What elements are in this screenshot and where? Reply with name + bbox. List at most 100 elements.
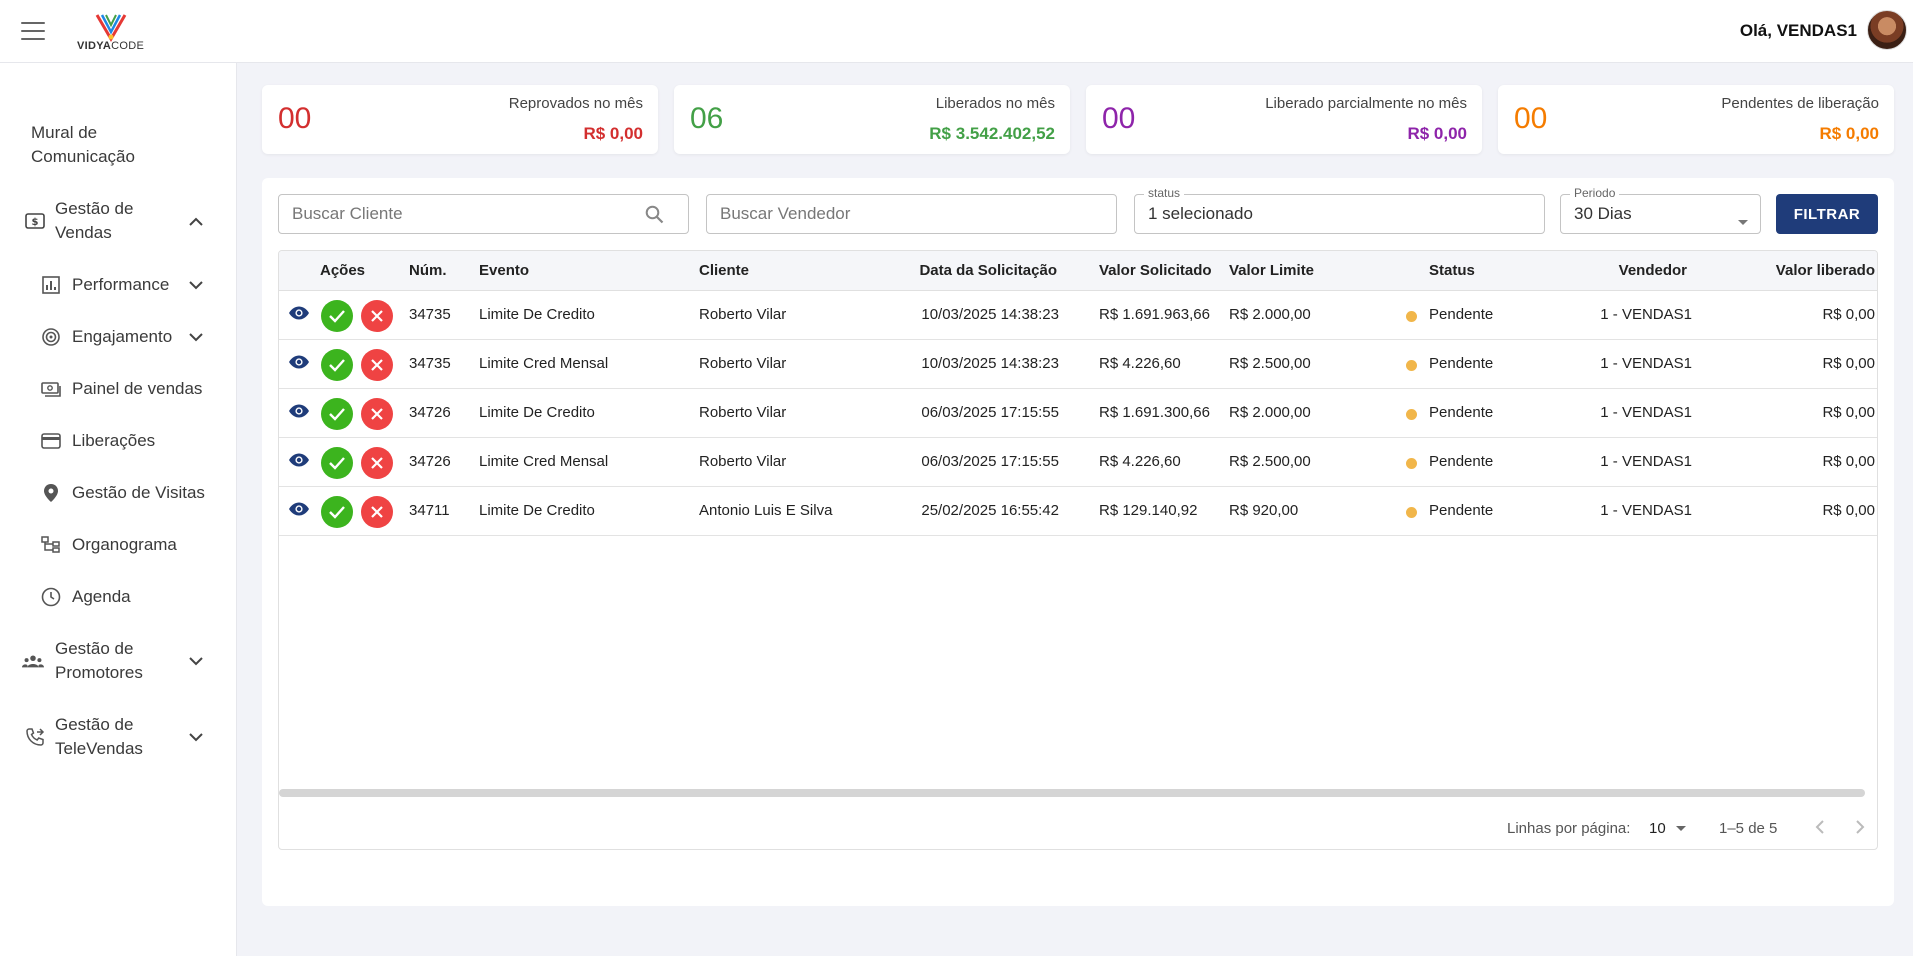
cell-vendedor: 1 - VENDAS1 bbox=[1600, 502, 1692, 519]
location-pin-icon bbox=[40, 482, 62, 504]
horizontal-scrollbar[interactable] bbox=[279, 789, 1865, 797]
avatar[interactable] bbox=[1867, 10, 1907, 50]
sidebar-item-label: Painel de vendas bbox=[72, 379, 203, 398]
table-pagination: Linhas por página: 10 1–5 de 5 bbox=[279, 797, 1877, 849]
cash-icon bbox=[40, 378, 62, 400]
search-vendedor-input[interactable]: Buscar Vendedor bbox=[706, 194, 1117, 234]
view-eye-icon[interactable] bbox=[288, 404, 310, 423]
approve-button[interactable] bbox=[321, 447, 353, 479]
cell-valor-solicitado: R$ 4.226,60 bbox=[1099, 453, 1181, 470]
table-row[interactable]: 34726 Limite De Credito Roberto Vilar 06/03… bbox=[279, 389, 1877, 438]
sidebar-item-label: Performance bbox=[72, 275, 170, 294]
table-row[interactable]: 34735 Limite De Credito Roberto Vilar 10/03… bbox=[279, 291, 1877, 340]
approve-button[interactable] bbox=[321, 398, 353, 430]
target-icon bbox=[40, 326, 62, 348]
status-dot bbox=[1406, 311, 1417, 322]
chevron-down-icon[interactable] bbox=[186, 651, 206, 671]
periodo-select[interactable]: Periodo 30 Dias bbox=[1560, 186, 1761, 234]
sidebar-item-gestao-promotores[interactable]: Gestão de Promotores bbox=[22, 637, 202, 685]
cell-cliente: Roberto Vilar bbox=[699, 404, 787, 421]
menu-icon[interactable] bbox=[21, 22, 45, 40]
sidebar-item-gestao-televendas[interactable]: Gestão de TeleVendas bbox=[24, 713, 204, 761]
filter-button[interactable]: FILTRAR bbox=[1776, 194, 1878, 234]
rows-per-page-select[interactable]: 10 bbox=[1649, 820, 1686, 837]
pagination-range: 1–5 de 5 bbox=[1719, 820, 1778, 837]
chevron-up-icon[interactable] bbox=[186, 211, 206, 231]
prev-page-icon[interactable] bbox=[1815, 819, 1825, 840]
cell-valor-liberado: R$ 0,00 bbox=[1822, 502, 1875, 519]
status-dot bbox=[1406, 458, 1417, 469]
view-eye-icon[interactable] bbox=[288, 306, 310, 325]
cell-cliente: Roberto Vilar bbox=[699, 453, 787, 470]
stat-value: R$ 0,00 bbox=[1407, 124, 1467, 143]
stat-count: 00 bbox=[1514, 102, 1548, 135]
view-eye-icon[interactable] bbox=[288, 355, 310, 374]
cell-valor-limite: R$ 2.500,00 bbox=[1229, 355, 1311, 372]
sidebar-item-performance[interactable]: Performance bbox=[40, 273, 169, 297]
cell-data: 06/03/2025 17:15:55 bbox=[921, 404, 1059, 421]
rows-per-page-label: Linhas por página: bbox=[1507, 820, 1631, 837]
status-select[interactable]: status 1 selecionado bbox=[1134, 186, 1545, 234]
search-cliente-input[interactable]: Buscar Cliente bbox=[278, 194, 689, 234]
cell-cliente: Roberto Vilar bbox=[699, 306, 787, 323]
approve-button[interactable] bbox=[321, 349, 353, 381]
stat-title: Pendentes de liberação bbox=[1721, 95, 1879, 112]
phone-forward-icon bbox=[24, 726, 46, 748]
reject-button[interactable] bbox=[361, 300, 393, 332]
cell-valor-liberado: R$ 0,00 bbox=[1822, 306, 1875, 323]
check-icon bbox=[329, 457, 345, 470]
chevron-down-icon[interactable] bbox=[186, 327, 206, 347]
logo-text: VIDYACODE bbox=[77, 40, 145, 52]
chevron-down-icon[interactable] bbox=[186, 727, 206, 747]
approve-button[interactable] bbox=[321, 496, 353, 528]
table-row[interactable]: 34711 Limite De Credito Antonio Luis E Sil… bbox=[279, 487, 1877, 536]
search-vendedor-placeholder: Buscar Vendedor bbox=[720, 204, 851, 223]
status-value: 1 selecionado bbox=[1148, 204, 1253, 223]
cell-vendedor: 1 - VENDAS1 bbox=[1600, 306, 1692, 323]
reject-button[interactable] bbox=[361, 447, 393, 479]
search-cliente-placeholder: Buscar Cliente bbox=[292, 204, 403, 223]
stat-card-pendentes: 00 Pendentes de liberação R$ 0,00 bbox=[1498, 85, 1894, 154]
table-header: Ações Núm. Evento Cliente Data da Solici… bbox=[279, 251, 1877, 291]
vidyacode-logo[interactable]: VIDYACODE bbox=[77, 12, 144, 52]
periodo-value: 30 Dias bbox=[1574, 204, 1632, 223]
view-eye-icon[interactable] bbox=[288, 502, 310, 521]
stat-count: 00 bbox=[1102, 102, 1136, 135]
sidebar-item-label: Organograma bbox=[72, 535, 177, 554]
org-chart-icon bbox=[40, 534, 62, 556]
periodo-label: Periodo bbox=[1570, 186, 1620, 200]
reject-button[interactable] bbox=[361, 496, 393, 528]
sidebar-item-mural[interactable]: Mural de Comunicação bbox=[31, 121, 191, 169]
table-row[interactable]: 34735 Limite Cred Mensal Roberto Vilar 10/0… bbox=[279, 340, 1877, 389]
cell-status: Pendente bbox=[1429, 404, 1494, 421]
sidebar: Mural de Comunicação $ Gestão de Vendas … bbox=[0, 63, 237, 956]
table-row[interactable]: 34726 Limite Cred Mensal Roberto Vilar 06/0… bbox=[279, 438, 1877, 487]
approve-button[interactable] bbox=[321, 300, 353, 332]
stat-value: R$ 3.542.402,52 bbox=[929, 124, 1055, 143]
col-valor-limite: Valor Limite bbox=[1229, 262, 1315, 279]
sidebar-item-gestao-vendas[interactable]: $ Gestão de Vendas bbox=[24, 197, 204, 245]
view-eye-icon[interactable] bbox=[288, 453, 310, 472]
cell-status: Pendente bbox=[1429, 355, 1494, 372]
check-icon bbox=[329, 359, 345, 372]
sidebar-item-liberacoes[interactable]: Liberações bbox=[40, 429, 155, 453]
chevron-down-icon[interactable] bbox=[186, 275, 206, 295]
next-page-icon[interactable] bbox=[1855, 819, 1865, 840]
cell-cliente: Roberto Vilar bbox=[699, 355, 787, 372]
reject-button[interactable] bbox=[361, 398, 393, 430]
col-status: Status bbox=[1429, 262, 1475, 279]
sidebar-item-agenda[interactable]: Agenda bbox=[40, 585, 131, 609]
sidebar-item-painel-vendas[interactable]: Painel de vendas bbox=[40, 377, 202, 401]
sidebar-item-engajamento[interactable]: Engajamento bbox=[40, 325, 172, 349]
reject-button[interactable] bbox=[361, 349, 393, 381]
cell-valor-liberado: R$ 0,00 bbox=[1822, 355, 1875, 372]
cell-vendedor: 1 - VENDAS1 bbox=[1600, 453, 1692, 470]
stat-title: Liberado parcialmente no mês bbox=[1265, 95, 1467, 112]
stat-card-reprovados: 00 Reprovados no mês R$ 0,00 bbox=[262, 85, 658, 154]
search-icon[interactable] bbox=[645, 205, 664, 229]
cell-status: Pendente bbox=[1429, 502, 1494, 519]
stat-card-liberados: 06 Liberados no mês R$ 3.542.402,52 bbox=[674, 85, 1070, 154]
sidebar-item-organograma[interactable]: Organograma bbox=[40, 533, 177, 557]
cell-data: 10/03/2025 14:38:23 bbox=[921, 306, 1059, 323]
sidebar-item-gestao-visitas[interactable]: Gestão de Visitas bbox=[40, 481, 205, 505]
